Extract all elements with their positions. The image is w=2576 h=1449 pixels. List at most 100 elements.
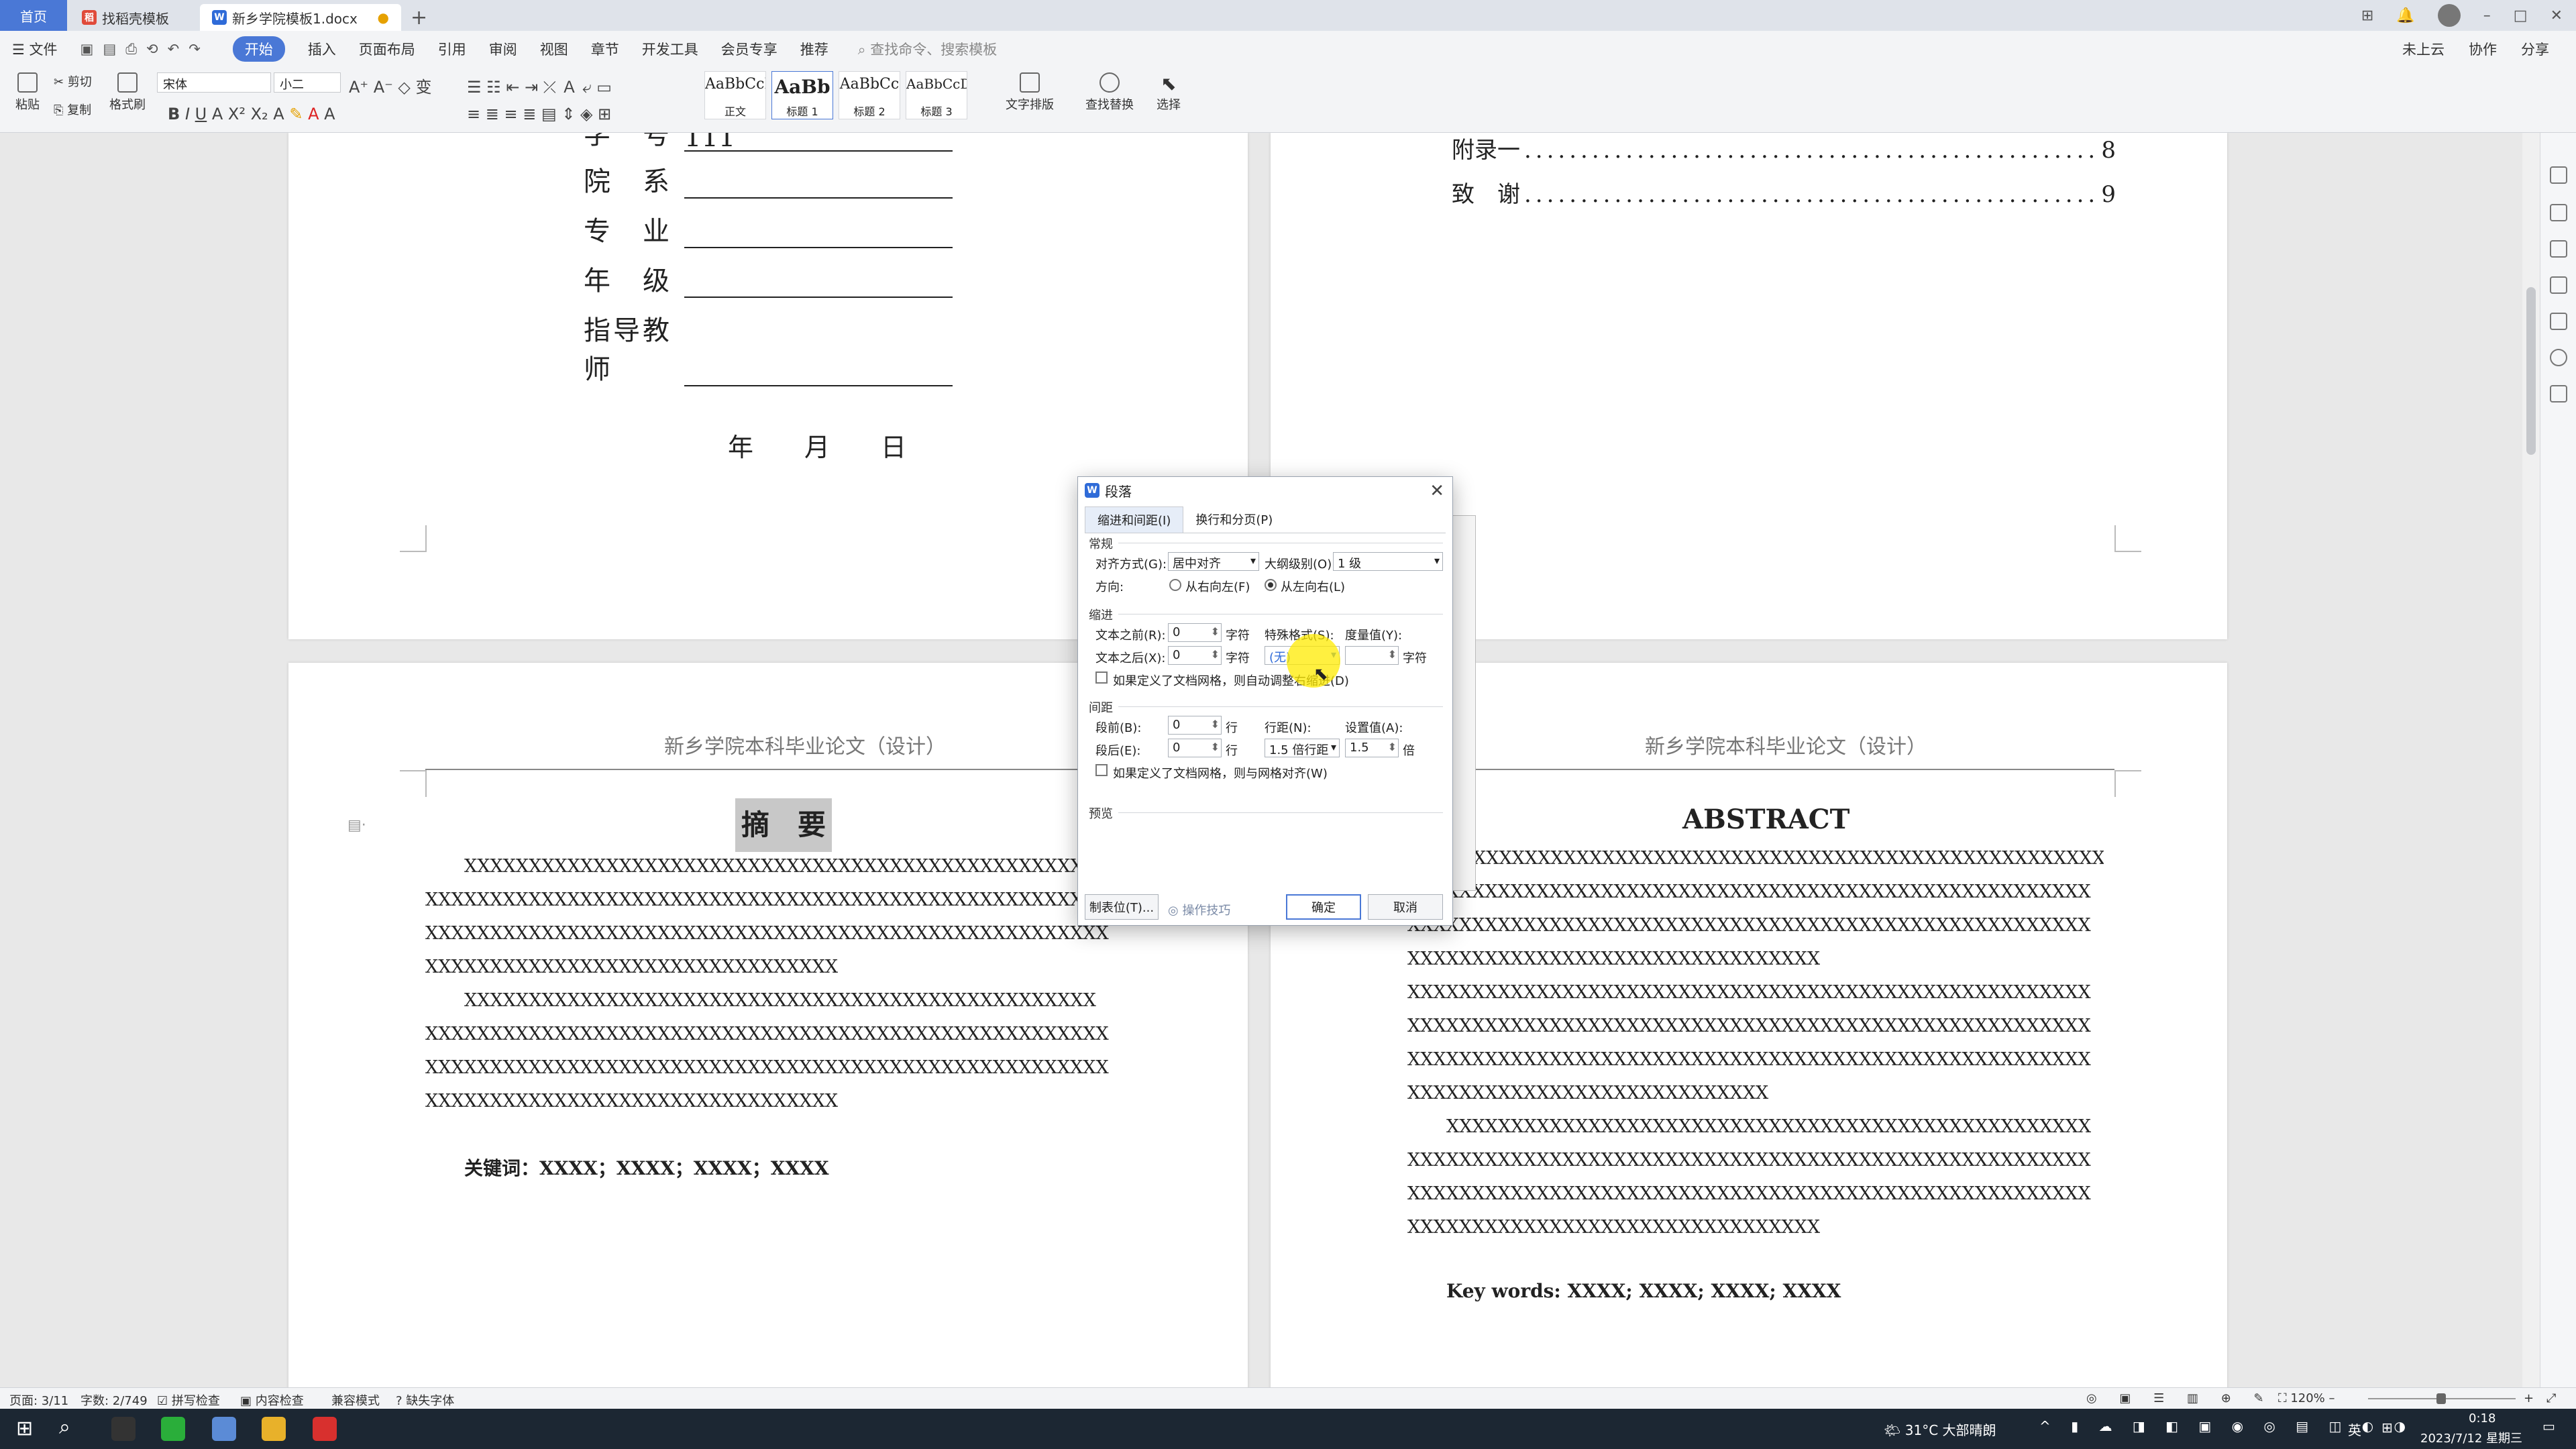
style-normal[interactable]: AaBbCcI 正文	[704, 71, 766, 119]
tab-document[interactable]: W 新乡学院模板1.docx ●	[200, 4, 401, 31]
find-replace-button[interactable]: 查找替换	[1077, 72, 1142, 113]
tab-home[interactable]: 首页	[0, 0, 67, 31]
grid-align-checkbox[interactable]	[1095, 764, 1108, 776]
app-icon[interactable]	[212, 1417, 236, 1441]
font-size-select[interactable]: 小二	[274, 72, 341, 93]
unit-label[interactable]: 字符	[1403, 649, 1427, 666]
sliders-icon[interactable]	[2550, 276, 2567, 294]
line-spacing-select[interactable]: 1.5 倍行距	[1265, 739, 1340, 757]
font-grow-icon[interactable]: A⁺ A⁻ ◇ 变	[349, 74, 432, 97]
image-icon[interactable]	[2550, 313, 2567, 330]
pointer-icon[interactable]	[2550, 240, 2567, 258]
unit-label[interactable]: 行	[1226, 718, 1238, 736]
radio-ltr[interactable]	[1265, 579, 1277, 591]
line-spacing-value-input[interactable]: 1.5	[1345, 739, 1399, 757]
minimize-icon[interactable]: –	[2483, 7, 2491, 24]
windows-start-icon[interactable]: ⊞	[16, 1417, 33, 1440]
wps-icon[interactable]	[313, 1417, 337, 1441]
tab-templates[interactable]: 稻 找稻壳模板	[70, 4, 197, 31]
select-button[interactable]: ⬉ 选择	[1148, 72, 1189, 113]
cover-value[interactable]	[684, 169, 953, 199]
avatar[interactable]	[2437, 4, 2461, 27]
unit-label[interactable]: 字符	[1226, 649, 1250, 666]
spell-check[interactable]: ☑ 拼写检查	[157, 1391, 220, 1409]
tab-line-page-breaks[interactable]: 换行和分页(P)	[1183, 506, 1285, 533]
cloud-status[interactable]: 未上云	[2402, 39, 2445, 59]
toc-row[interactable]: 致 谢.....................................…	[1452, 176, 2116, 209]
style-heading-1[interactable]: AaBb 标题 1	[771, 71, 833, 119]
menu-insert[interactable]: 插入	[308, 39, 336, 59]
paragraph-marker-icon[interactable]: ▤·	[347, 817, 366, 834]
word-count[interactable]: 字数: 2/749	[80, 1391, 148, 1409]
zoom-slider-thumb[interactable]	[2436, 1393, 2446, 1404]
close-icon[interactable]: ✕	[2551, 7, 2563, 24]
ime-indicator[interactable]: 英	[2348, 1419, 2361, 1439]
bell-icon[interactable]: 🔔	[2396, 7, 2414, 24]
font-format-icons[interactable]: B I U A X² X₂ A ✎ A A	[168, 105, 335, 123]
cover-value[interactable]	[684, 268, 953, 298]
tab-stops-button[interactable]: 制表位(T)...	[1085, 894, 1159, 920]
new-tab-button[interactable]: +	[411, 4, 427, 31]
maximize-icon[interactable]: □	[2514, 7, 2528, 24]
menu-references[interactable]: 引用	[438, 39, 466, 59]
app-icon[interactable]	[111, 1417, 136, 1441]
clock-date[interactable]: 2023/7/12 星期三	[2420, 1429, 2522, 1446]
menu-page-layout[interactable]: 页面布局	[359, 39, 415, 59]
text-layout-button[interactable]: 文字排版	[1000, 72, 1060, 113]
cover-value[interactable]: 111	[684, 133, 953, 153]
view-mode-icons[interactable]: ◎ ▣ ☰ ▥ ⊕ ✎	[2086, 1391, 2273, 1405]
menu-view[interactable]: 视图	[540, 39, 568, 59]
ime-grid-icon[interactable]: ⊞	[2381, 1419, 2393, 1436]
weather[interactable]: 🌤 31°C 大部晴朗	[1884, 1419, 1996, 1439]
outline-level-select[interactable]: 1 级	[1333, 552, 1443, 571]
copy-button[interactable]: ⎘ 复制	[54, 101, 91, 118]
fullscreen-icon[interactable]: ⤢	[2546, 1391, 2556, 1405]
tips-link[interactable]: ◎ 操作技巧	[1168, 901, 1230, 918]
clock-time[interactable]: 0:18	[2469, 1411, 2496, 1426]
menu-recommend[interactable]: 推荐	[800, 39, 828, 59]
style-heading-2[interactable]: AaBbCc 标题 2	[839, 71, 900, 119]
menu-home[interactable]: 开始	[232, 36, 285, 62]
abstract-cn-title[interactable]: 摘 要	[735, 798, 832, 852]
layout-icon[interactable]: ⊞	[2361, 7, 2373, 24]
cut-button[interactable]: ✂ 剪切	[54, 72, 92, 90]
command-search[interactable]: ⌕ 查找命令、搜索模板	[858, 39, 997, 59]
dialog-titlebar[interactable]: W 段落	[1078, 477, 1452, 504]
space-before-input[interactable]: 0	[1168, 716, 1222, 735]
collaborate-button[interactable]: 协作	[2469, 39, 2497, 59]
search-icon[interactable]: ⌕	[59, 1415, 70, 1439]
share-button[interactable]: 分享	[2521, 39, 2549, 59]
missing-font[interactable]: ? 缺失字体	[396, 1391, 454, 1409]
style-heading-3[interactable]: AaBbCcDc标题 3	[906, 71, 967, 119]
cover-value[interactable]	[684, 357, 953, 386]
content-check[interactable]: ▣ 内容检查	[240, 1391, 304, 1409]
zoom-value[interactable]: ⛶ 120% –	[2278, 1391, 2335, 1405]
book-icon[interactable]	[2550, 385, 2567, 402]
list-icons[interactable]: ☰ ☷ ⇤ ⇥ ⤫ Ａ ⤶ ▭	[467, 74, 612, 97]
indent-before-input[interactable]: 0	[1168, 623, 1222, 642]
wechat-icon[interactable]	[161, 1417, 185, 1441]
vertical-scrollbar[interactable]	[2522, 133, 2540, 1387]
pen-icon[interactable]	[2550, 204, 2567, 221]
location-icon[interactable]	[2550, 349, 2567, 366]
menu-section[interactable]: 章节	[591, 39, 619, 59]
unit-label[interactable]: 字符	[1226, 626, 1250, 643]
unit-label[interactable]: 行	[1226, 741, 1238, 759]
dialog-close-icon[interactable]: ✕	[1430, 481, 1444, 501]
menu-member[interactable]: 会员专享	[721, 39, 777, 59]
ok-button[interactable]: 确定	[1286, 894, 1361, 920]
cancel-button[interactable]: 取消	[1368, 894, 1443, 920]
file-explorer-icon[interactable]	[262, 1417, 286, 1441]
font-name-select[interactable]: 宋体	[157, 72, 271, 93]
menu-developer[interactable]: 开发工具	[642, 39, 698, 59]
zoom-in-icon[interactable]: +	[2524, 1391, 2534, 1405]
grid-indent-checkbox[interactable]	[1095, 672, 1108, 684]
scroll-thumb[interactable]	[2526, 287, 2536, 455]
alignment-select[interactable]: 居中对齐	[1168, 552, 1259, 571]
menu-review[interactable]: 审阅	[489, 39, 517, 59]
page-count[interactable]: 页面: 3/11	[9, 1391, 68, 1409]
space-after-input[interactable]: 0	[1168, 739, 1222, 757]
tab-indent-spacing[interactable]: 缩进和间距(I)	[1085, 506, 1184, 533]
alignment-icons[interactable]: ≡ ≣ ≡ ≣ ▤ ⇕ ◈ ⊞	[467, 105, 611, 123]
menu-file[interactable]: ☰ 文件	[12, 39, 58, 59]
